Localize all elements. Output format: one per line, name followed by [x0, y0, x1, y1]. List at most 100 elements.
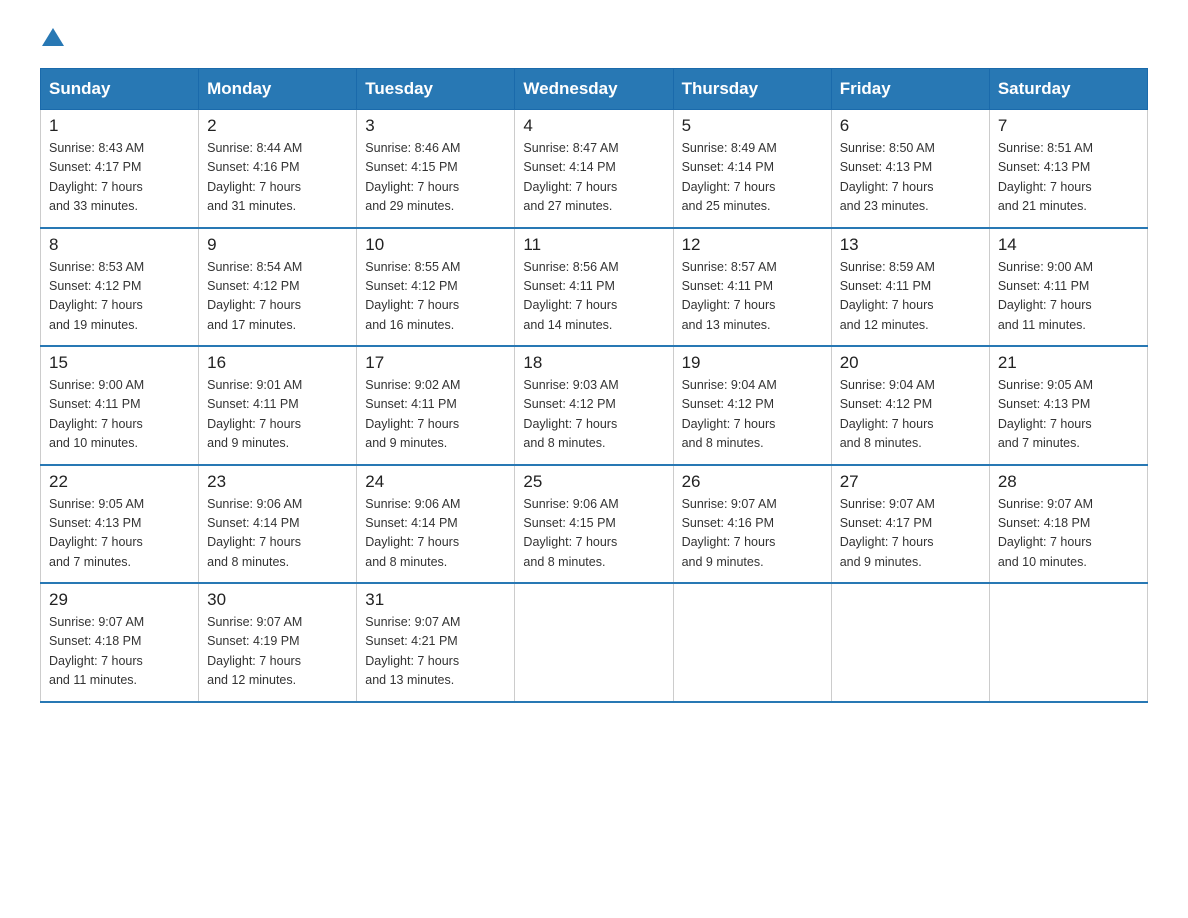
- header-sunday: Sunday: [41, 69, 199, 110]
- day-info: Sunrise: 8:43 AM Sunset: 4:17 PM Dayligh…: [49, 139, 190, 217]
- day-number: 28: [998, 472, 1139, 492]
- header-friday: Friday: [831, 69, 989, 110]
- calendar-cell: 31 Sunrise: 9:07 AM Sunset: 4:21 PM Dayl…: [357, 583, 515, 702]
- calendar-cell: 20 Sunrise: 9:04 AM Sunset: 4:12 PM Dayl…: [831, 346, 989, 465]
- day-info: Sunrise: 8:57 AM Sunset: 4:11 PM Dayligh…: [682, 258, 823, 336]
- calendar-cell: 17 Sunrise: 9:02 AM Sunset: 4:11 PM Dayl…: [357, 346, 515, 465]
- day-number: 2: [207, 116, 348, 136]
- calendar-cell: 29 Sunrise: 9:07 AM Sunset: 4:18 PM Dayl…: [41, 583, 199, 702]
- day-info: Sunrise: 9:03 AM Sunset: 4:12 PM Dayligh…: [523, 376, 664, 454]
- calendar-cell: [673, 583, 831, 702]
- calendar-cell: 30 Sunrise: 9:07 AM Sunset: 4:19 PM Dayl…: [199, 583, 357, 702]
- day-number: 19: [682, 353, 823, 373]
- day-info: Sunrise: 8:55 AM Sunset: 4:12 PM Dayligh…: [365, 258, 506, 336]
- calendar-cell: 5 Sunrise: 8:49 AM Sunset: 4:14 PM Dayli…: [673, 110, 831, 228]
- header-wednesday: Wednesday: [515, 69, 673, 110]
- calendar-cell: 2 Sunrise: 8:44 AM Sunset: 4:16 PM Dayli…: [199, 110, 357, 228]
- day-info: Sunrise: 9:07 AM Sunset: 4:18 PM Dayligh…: [998, 495, 1139, 573]
- day-number: 22: [49, 472, 190, 492]
- calendar-cell: [989, 583, 1147, 702]
- calendar-cell: 8 Sunrise: 8:53 AM Sunset: 4:12 PM Dayli…: [41, 228, 199, 347]
- day-info: Sunrise: 9:05 AM Sunset: 4:13 PM Dayligh…: [998, 376, 1139, 454]
- day-number: 1: [49, 116, 190, 136]
- calendar-cell: 11 Sunrise: 8:56 AM Sunset: 4:11 PM Dayl…: [515, 228, 673, 347]
- day-info: Sunrise: 9:07 AM Sunset: 4:16 PM Dayligh…: [682, 495, 823, 573]
- calendar-cell: 25 Sunrise: 9:06 AM Sunset: 4:15 PM Dayl…: [515, 465, 673, 584]
- calendar-cell: 26 Sunrise: 9:07 AM Sunset: 4:16 PM Dayl…: [673, 465, 831, 584]
- day-info: Sunrise: 9:04 AM Sunset: 4:12 PM Dayligh…: [840, 376, 981, 454]
- calendar-cell: 14 Sunrise: 9:00 AM Sunset: 4:11 PM Dayl…: [989, 228, 1147, 347]
- header-tuesday: Tuesday: [357, 69, 515, 110]
- day-number: 3: [365, 116, 506, 136]
- calendar-week-5: 29 Sunrise: 9:07 AM Sunset: 4:18 PM Dayl…: [41, 583, 1148, 702]
- day-number: 16: [207, 353, 348, 373]
- day-info: Sunrise: 9:06 AM Sunset: 4:14 PM Dayligh…: [365, 495, 506, 573]
- day-info: Sunrise: 9:06 AM Sunset: 4:15 PM Dayligh…: [523, 495, 664, 573]
- day-number: 26: [682, 472, 823, 492]
- calendar-cell: 7 Sunrise: 8:51 AM Sunset: 4:13 PM Dayli…: [989, 110, 1147, 228]
- header-saturday: Saturday: [989, 69, 1147, 110]
- day-info: Sunrise: 9:04 AM Sunset: 4:12 PM Dayligh…: [682, 376, 823, 454]
- calendar-cell: [515, 583, 673, 702]
- day-number: 20: [840, 353, 981, 373]
- calendar-cell: 23 Sunrise: 9:06 AM Sunset: 4:14 PM Dayl…: [199, 465, 357, 584]
- calendar-cell: 3 Sunrise: 8:46 AM Sunset: 4:15 PM Dayli…: [357, 110, 515, 228]
- calendar-cell: 28 Sunrise: 9:07 AM Sunset: 4:18 PM Dayl…: [989, 465, 1147, 584]
- day-number: 25: [523, 472, 664, 492]
- calendar-cell: 6 Sunrise: 8:50 AM Sunset: 4:13 PM Dayli…: [831, 110, 989, 228]
- day-number: 12: [682, 235, 823, 255]
- day-info: Sunrise: 9:07 AM Sunset: 4:17 PM Dayligh…: [840, 495, 981, 573]
- calendar-cell: 18 Sunrise: 9:03 AM Sunset: 4:12 PM Dayl…: [515, 346, 673, 465]
- day-number: 13: [840, 235, 981, 255]
- day-number: 18: [523, 353, 664, 373]
- day-info: Sunrise: 9:00 AM Sunset: 4:11 PM Dayligh…: [998, 258, 1139, 336]
- day-number: 31: [365, 590, 506, 610]
- day-number: 4: [523, 116, 664, 136]
- day-number: 30: [207, 590, 348, 610]
- day-number: 15: [49, 353, 190, 373]
- day-number: 9: [207, 235, 348, 255]
- calendar-week-4: 22 Sunrise: 9:05 AM Sunset: 4:13 PM Dayl…: [41, 465, 1148, 584]
- calendar-table: SundayMondayTuesdayWednesdayThursdayFrid…: [40, 68, 1148, 703]
- calendar-cell: 1 Sunrise: 8:43 AM Sunset: 4:17 PM Dayli…: [41, 110, 199, 228]
- day-info: Sunrise: 8:53 AM Sunset: 4:12 PM Dayligh…: [49, 258, 190, 336]
- calendar-cell: 4 Sunrise: 8:47 AM Sunset: 4:14 PM Dayli…: [515, 110, 673, 228]
- calendar-cell: 22 Sunrise: 9:05 AM Sunset: 4:13 PM Dayl…: [41, 465, 199, 584]
- day-info: Sunrise: 9:07 AM Sunset: 4:21 PM Dayligh…: [365, 613, 506, 691]
- day-number: 21: [998, 353, 1139, 373]
- calendar-cell: 24 Sunrise: 9:06 AM Sunset: 4:14 PM Dayl…: [357, 465, 515, 584]
- calendar-week-1: 1 Sunrise: 8:43 AM Sunset: 4:17 PM Dayli…: [41, 110, 1148, 228]
- day-info: Sunrise: 9:05 AM Sunset: 4:13 PM Dayligh…: [49, 495, 190, 573]
- calendar-cell: 13 Sunrise: 8:59 AM Sunset: 4:11 PM Dayl…: [831, 228, 989, 347]
- day-number: 17: [365, 353, 506, 373]
- page-header: [40, 30, 1148, 48]
- calendar-cell: 27 Sunrise: 9:07 AM Sunset: 4:17 PM Dayl…: [831, 465, 989, 584]
- day-info: Sunrise: 9:01 AM Sunset: 4:11 PM Dayligh…: [207, 376, 348, 454]
- header-thursday: Thursday: [673, 69, 831, 110]
- day-info: Sunrise: 8:47 AM Sunset: 4:14 PM Dayligh…: [523, 139, 664, 217]
- calendar-cell: 12 Sunrise: 8:57 AM Sunset: 4:11 PM Dayl…: [673, 228, 831, 347]
- calendar-week-2: 8 Sunrise: 8:53 AM Sunset: 4:12 PM Dayli…: [41, 228, 1148, 347]
- day-info: Sunrise: 8:50 AM Sunset: 4:13 PM Dayligh…: [840, 139, 981, 217]
- day-info: Sunrise: 9:06 AM Sunset: 4:14 PM Dayligh…: [207, 495, 348, 573]
- calendar-cell: 16 Sunrise: 9:01 AM Sunset: 4:11 PM Dayl…: [199, 346, 357, 465]
- day-number: 23: [207, 472, 348, 492]
- day-info: Sunrise: 8:54 AM Sunset: 4:12 PM Dayligh…: [207, 258, 348, 336]
- day-info: Sunrise: 8:49 AM Sunset: 4:14 PM Dayligh…: [682, 139, 823, 217]
- calendar-cell: 21 Sunrise: 9:05 AM Sunset: 4:13 PM Dayl…: [989, 346, 1147, 465]
- day-number: 11: [523, 235, 664, 255]
- day-number: 27: [840, 472, 981, 492]
- day-info: Sunrise: 9:07 AM Sunset: 4:19 PM Dayligh…: [207, 613, 348, 691]
- calendar-header-row: SundayMondayTuesdayWednesdayThursdayFrid…: [41, 69, 1148, 110]
- day-number: 10: [365, 235, 506, 255]
- day-number: 6: [840, 116, 981, 136]
- day-number: 14: [998, 235, 1139, 255]
- calendar-cell: 10 Sunrise: 8:55 AM Sunset: 4:12 PM Dayl…: [357, 228, 515, 347]
- day-number: 5: [682, 116, 823, 136]
- day-info: Sunrise: 8:56 AM Sunset: 4:11 PM Dayligh…: [523, 258, 664, 336]
- calendar-week-3: 15 Sunrise: 9:00 AM Sunset: 4:11 PM Dayl…: [41, 346, 1148, 465]
- day-info: Sunrise: 9:07 AM Sunset: 4:18 PM Dayligh…: [49, 613, 190, 691]
- day-number: 8: [49, 235, 190, 255]
- day-number: 29: [49, 590, 190, 610]
- day-info: Sunrise: 8:59 AM Sunset: 4:11 PM Dayligh…: [840, 258, 981, 336]
